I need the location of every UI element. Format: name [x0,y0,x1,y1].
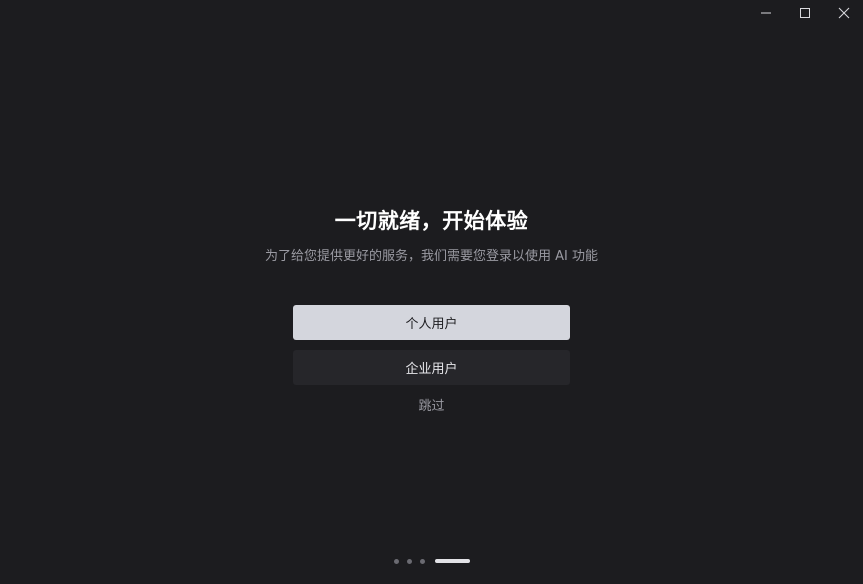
maximize-button[interactable] [785,0,824,26]
pager-active-step[interactable] [435,559,470,563]
skip-container: 跳过 [0,395,863,414]
app-window: 一切就绪，开始体验 为了给您提供更好的服务，我们需要您登录以使用 AI 功能 个… [0,0,863,584]
enterprise-user-button[interactable]: 企业用户 [293,350,570,385]
page-subtitle: 为了给您提供更好的服务，我们需要您登录以使用 AI 功能 [265,249,598,264]
pager-dot-3[interactable] [420,558,425,564]
minimize-button[interactable] [746,0,785,26]
close-button[interactable] [824,0,863,26]
page-title: 一切就绪，开始体验 [334,209,529,233]
maximize-icon [799,8,810,18]
step-pager [394,558,470,564]
personal-user-button[interactable]: 个人用户 [293,305,570,340]
skip-link[interactable]: 跳过 [418,399,444,414]
pager-dot-2[interactable] [407,558,412,564]
close-icon [838,7,849,19]
pager-dot-1[interactable] [394,558,399,564]
minimize-icon [760,12,771,14]
window-controls [746,0,863,26]
